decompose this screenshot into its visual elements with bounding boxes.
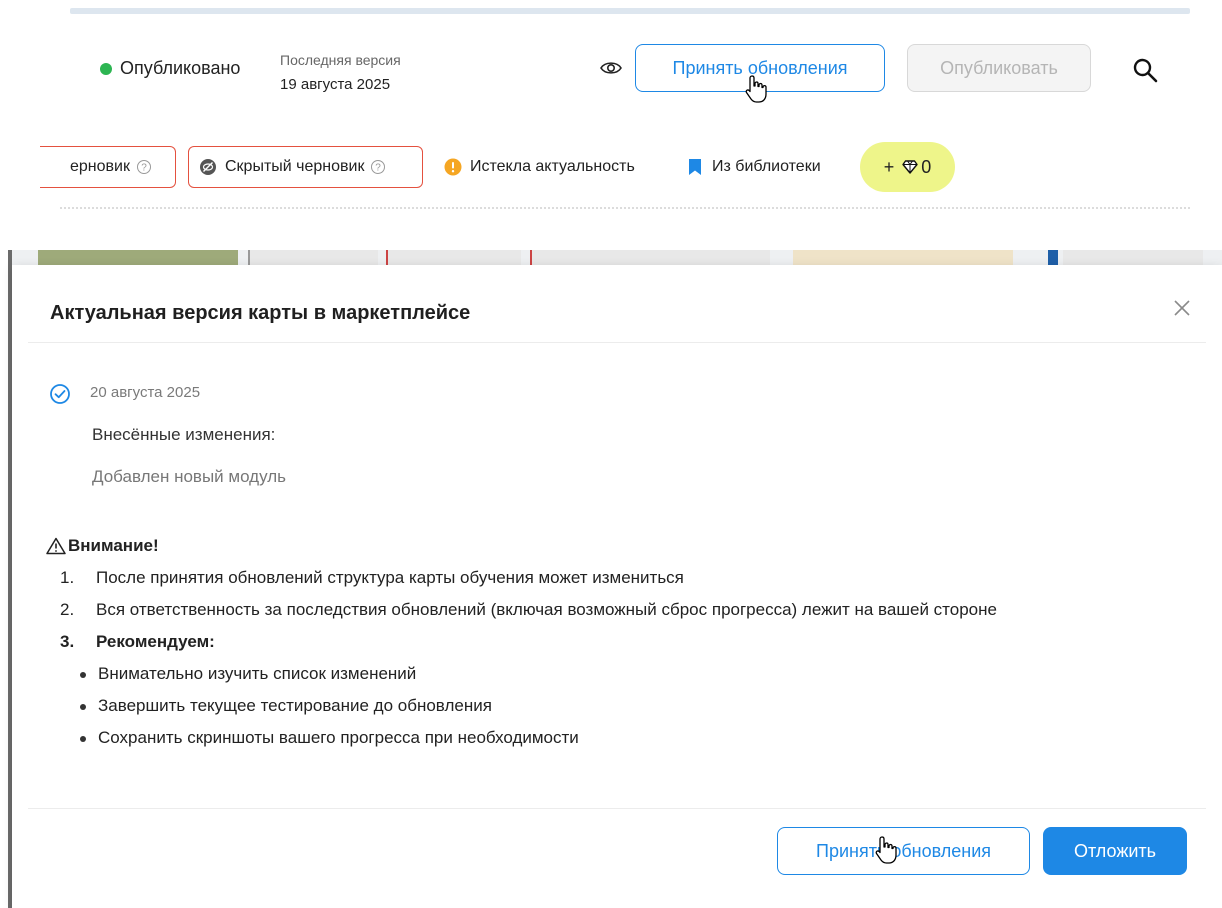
version-date: 19 августа 2025 (280, 76, 391, 93)
top-progress-line (70, 8, 1190, 14)
warning-list: 1. После принятия обновлений структура ка… (46, 562, 1166, 658)
chip-hidden-draft-label: Скрытый черновик (225, 158, 365, 175)
dotted-divider (60, 207, 1190, 209)
warning-item: 3. Рекомендуем: (60, 626, 1166, 658)
modal-header-divider (28, 342, 1206, 343)
status-label: Опубликовано (120, 58, 241, 78)
check-circle-icon (50, 384, 70, 404)
changes-label: Внесённые изменения: (92, 425, 276, 444)
warning-block: Внимание! 1. После принятия обновлений ст… (46, 530, 1166, 754)
hand-cursor-icon (875, 836, 897, 864)
eye-off-icon (200, 159, 216, 175)
warning-item-number: 2. (60, 600, 75, 619)
warning-title: Внимание! (46, 530, 1166, 562)
publish-status: Опубликовано (100, 58, 240, 79)
gems-count: 0 (921, 156, 932, 177)
warning-item-number: 1. (60, 568, 75, 587)
question-circle-icon: ? (371, 160, 386, 174)
recommendation-list: Внимательно изучить список изменений Зав… (46, 658, 1166, 754)
modal-accept-updates-button[interactable]: Принять обновления (777, 827, 1030, 875)
chip-library[interactable]: Из библиотеки (686, 146, 821, 188)
chip-draft[interactable]: ерновик ? (40, 146, 176, 188)
warning-item-text: Вся ответственность за последствия обнов… (96, 600, 997, 619)
chip-expired-label: Истекла актуальность (470, 158, 635, 175)
page: Опубликовано Последняя версия 19 августа… (0, 0, 1222, 908)
update-date: 20 августа 2025 (90, 384, 201, 401)
postpone-button[interactable]: Отложить (1043, 827, 1187, 875)
filter-chips: ерновик ? Скрытый черновик ? Истекла акт… (0, 142, 1190, 192)
status-dot-icon (100, 62, 112, 75)
eye-icon[interactable] (600, 60, 622, 76)
version-info: Последняя версия 19 августа 2025 (280, 50, 401, 95)
bookmark-icon (689, 159, 701, 175)
recommendation-item: Завершить текущее тестирование до обновл… (80, 690, 1166, 722)
warning-item-number: 3. (60, 632, 75, 651)
update-modal: Актуальная версия карты в маркетплейсе 2… (12, 265, 1222, 908)
warning-item: 1. После принятия обновлений структура ка… (60, 562, 1166, 594)
gems-prefix: + (883, 156, 895, 177)
warning-item: 2. Вся ответственность за последствия обн… (60, 594, 1168, 626)
hand-cursor-icon (745, 75, 767, 103)
exclamation-circle-icon (444, 158, 462, 176)
close-icon[interactable] (1172, 298, 1192, 318)
diamond-icon (902, 160, 918, 174)
warning-triangle-icon (46, 537, 66, 555)
warning-title-text: Внимание! (68, 536, 159, 555)
warning-item-text: Рекомендуем: (96, 632, 215, 651)
changes-text: Добавлен новый модуль (92, 467, 286, 486)
chip-gems[interactable]: + 0 (860, 142, 955, 192)
modal-footer-divider (28, 808, 1206, 809)
version-label: Последняя версия (280, 52, 401, 68)
svg-text:?: ? (376, 163, 382, 174)
recommendation-item: Сохранить скриншоты вашего прогресса при… (80, 722, 1166, 754)
svg-text:?: ? (141, 163, 147, 174)
search-icon[interactable] (1132, 57, 1158, 83)
question-circle-icon: ? (136, 160, 151, 174)
chip-hidden-draft[interactable]: Скрытый черновик ? (188, 146, 423, 188)
chip-draft-label: ерновик (70, 158, 130, 175)
chip-expired[interactable]: Истекла актуальность (444, 146, 635, 188)
chip-library-label: Из библиотеки (712, 158, 821, 175)
warning-item-text: После принятия обновлений структура карт… (96, 568, 684, 587)
recommendation-item: Внимательно изучить список изменений (80, 658, 1166, 690)
publish-button[interactable]: Опубликовать (907, 44, 1091, 92)
modal-title: Актуальная версия карты в маркетплейсе (50, 302, 471, 324)
